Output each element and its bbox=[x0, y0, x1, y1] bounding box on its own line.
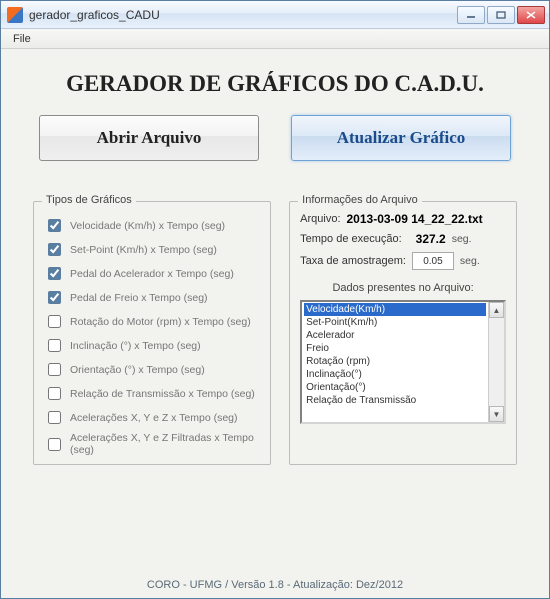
check-item-3[interactable]: Pedal de Freio x Tempo (seg) bbox=[44, 288, 260, 307]
check-item-6[interactable]: Orientação (°) x Tempo (seg) bbox=[44, 360, 260, 379]
list-heading: Dados presentes no Arquivo: bbox=[300, 282, 506, 294]
maximize-button[interactable] bbox=[487, 6, 515, 24]
list-item[interactable]: Set-Point(Km/h) bbox=[304, 316, 486, 329]
check-item-7[interactable]: Relação de Transmissão x Tempo (seg) bbox=[44, 384, 260, 403]
page-title: GERADOR DE GRÁFICOS DO C.A.D.U. bbox=[1, 71, 549, 97]
list-item[interactable]: Relação de Transmissão bbox=[304, 394, 486, 407]
app-window: gerador_graficos_CADU File GERADOR DE GR… bbox=[0, 0, 550, 599]
scrollbar[interactable]: ▲ ▼ bbox=[488, 302, 504, 422]
legend-info: Informações do Arquivo bbox=[298, 194, 422, 206]
check-label-9: Acelerações X, Y e Z Filtradas x Tempo (… bbox=[70, 432, 260, 456]
check-label-8: Acelerações X, Y e Z x Tempo (seg) bbox=[70, 412, 238, 424]
listbox[interactable]: Velocidade(Km/h)Set-Point(Km/h)Acelerado… bbox=[300, 300, 506, 424]
check-label-0: Velocidade (Km/h) x Tempo (seg) bbox=[70, 220, 225, 232]
check-list: Velocidade (Km/h) x Tempo (seg) Set-Point… bbox=[44, 216, 260, 456]
label-arquivo: Arquivo: bbox=[300, 213, 340, 225]
value-arquivo: 2013-03-09 14_22_22.txt bbox=[347, 212, 483, 226]
check-item-8[interactable]: Acelerações X, Y e Z x Tempo (seg) bbox=[44, 408, 260, 427]
row-arquivo: Arquivo: 2013-03-09 14_22_22.txt bbox=[300, 212, 506, 226]
scroll-down-button[interactable]: ▼ bbox=[489, 406, 504, 422]
list-item[interactable]: Rotação (rpm) bbox=[304, 355, 486, 368]
check-box-7[interactable] bbox=[48, 387, 61, 400]
list-item[interactable]: Acelerador bbox=[304, 329, 486, 342]
list-item[interactable]: Velocidade(Km/h) bbox=[304, 303, 486, 316]
maximize-icon bbox=[496, 11, 506, 19]
listbox-items[interactable]: Velocidade(Km/h)Set-Point(Km/h)Acelerado… bbox=[302, 302, 488, 422]
groupbox-tipos: Tipos de Gráficos Velocidade (Km/h) x Te… bbox=[33, 201, 271, 465]
check-item-1[interactable]: Set-Point (Km/h) x Tempo (seg) bbox=[44, 240, 260, 259]
scroll-track[interactable] bbox=[489, 318, 504, 406]
check-item-4[interactable]: Rotação do Motor (rpm) x Tempo (seg) bbox=[44, 312, 260, 331]
check-box-9[interactable] bbox=[48, 438, 61, 451]
check-label-5: Inclinação (°) x Tempo (seg) bbox=[70, 340, 201, 352]
legend-tipos: Tipos de Gráficos bbox=[42, 194, 136, 206]
window-title: gerador_graficos_CADU bbox=[29, 8, 457, 22]
check-item-2[interactable]: Pedal do Acelerador x Tempo (seg) bbox=[44, 264, 260, 283]
groupbox-info: Informações do Arquivo Arquivo: 2013-03-… bbox=[289, 201, 517, 465]
value-rate[interactable]: 0.05 bbox=[412, 252, 454, 270]
check-box-4[interactable] bbox=[48, 315, 61, 328]
close-icon bbox=[526, 11, 536, 19]
check-box-3[interactable] bbox=[48, 291, 61, 304]
check-box-0[interactable] bbox=[48, 219, 61, 232]
menu-file[interactable]: File bbox=[7, 31, 37, 47]
check-label-7: Relação de Transmissão x Tempo (seg) bbox=[70, 388, 255, 400]
check-label-2: Pedal do Acelerador x Tempo (seg) bbox=[70, 268, 234, 280]
scroll-up-button[interactable]: ▲ bbox=[489, 302, 504, 318]
check-box-5[interactable] bbox=[48, 339, 61, 352]
value-exec: 327.2 bbox=[408, 232, 446, 246]
check-item-5[interactable]: Inclinação (°) x Tempo (seg) bbox=[44, 336, 260, 355]
check-box-1[interactable] bbox=[48, 243, 61, 256]
check-item-0[interactable]: Velocidade (Km/h) x Tempo (seg) bbox=[44, 216, 260, 235]
row-exec: Tempo de execução: 327.2 seg. bbox=[300, 232, 506, 246]
titlebar: gerador_graficos_CADU bbox=[1, 1, 549, 29]
app-icon bbox=[7, 7, 23, 23]
client-area: GERADOR DE GRÁFICOS DO C.A.D.U. Abrir Ar… bbox=[1, 49, 549, 598]
footer-text: CORO - UFMG / Versão 1.8 - Atualização: … bbox=[1, 572, 549, 598]
check-label-1: Set-Point (Km/h) x Tempo (seg) bbox=[70, 244, 217, 256]
window-controls bbox=[457, 6, 545, 24]
menubar: File bbox=[1, 29, 549, 49]
top-buttons: Abrir Arquivo Atualizar Gráfico bbox=[1, 115, 549, 161]
open-file-button[interactable]: Abrir Arquivo bbox=[39, 115, 259, 161]
check-label-6: Orientação (°) x Tempo (seg) bbox=[70, 364, 205, 376]
unit-exec: seg. bbox=[452, 233, 472, 245]
list-item[interactable]: Orientação(°) bbox=[304, 381, 486, 394]
check-box-8[interactable] bbox=[48, 411, 61, 424]
check-box-6[interactable] bbox=[48, 363, 61, 376]
minimize-button[interactable] bbox=[457, 6, 485, 24]
unit-rate: seg. bbox=[460, 255, 480, 267]
list-item[interactable]: Inclinação(°) bbox=[304, 368, 486, 381]
list-item[interactable]: Freio bbox=[304, 342, 486, 355]
update-chart-button[interactable]: Atualizar Gráfico bbox=[291, 115, 511, 161]
minimize-icon bbox=[466, 11, 476, 19]
check-item-9[interactable]: Acelerações X, Y e Z Filtradas x Tempo (… bbox=[44, 432, 260, 456]
close-button[interactable] bbox=[517, 6, 545, 24]
check-label-4: Rotação do Motor (rpm) x Tempo (seg) bbox=[70, 316, 251, 328]
label-rate: Taxa de amostragem: bbox=[300, 255, 406, 267]
check-label-3: Pedal de Freio x Tempo (seg) bbox=[70, 292, 208, 304]
check-box-2[interactable] bbox=[48, 267, 61, 280]
row-rate: Taxa de amostragem: 0.05 seg. bbox=[300, 252, 506, 270]
label-exec: Tempo de execução: bbox=[300, 233, 402, 245]
